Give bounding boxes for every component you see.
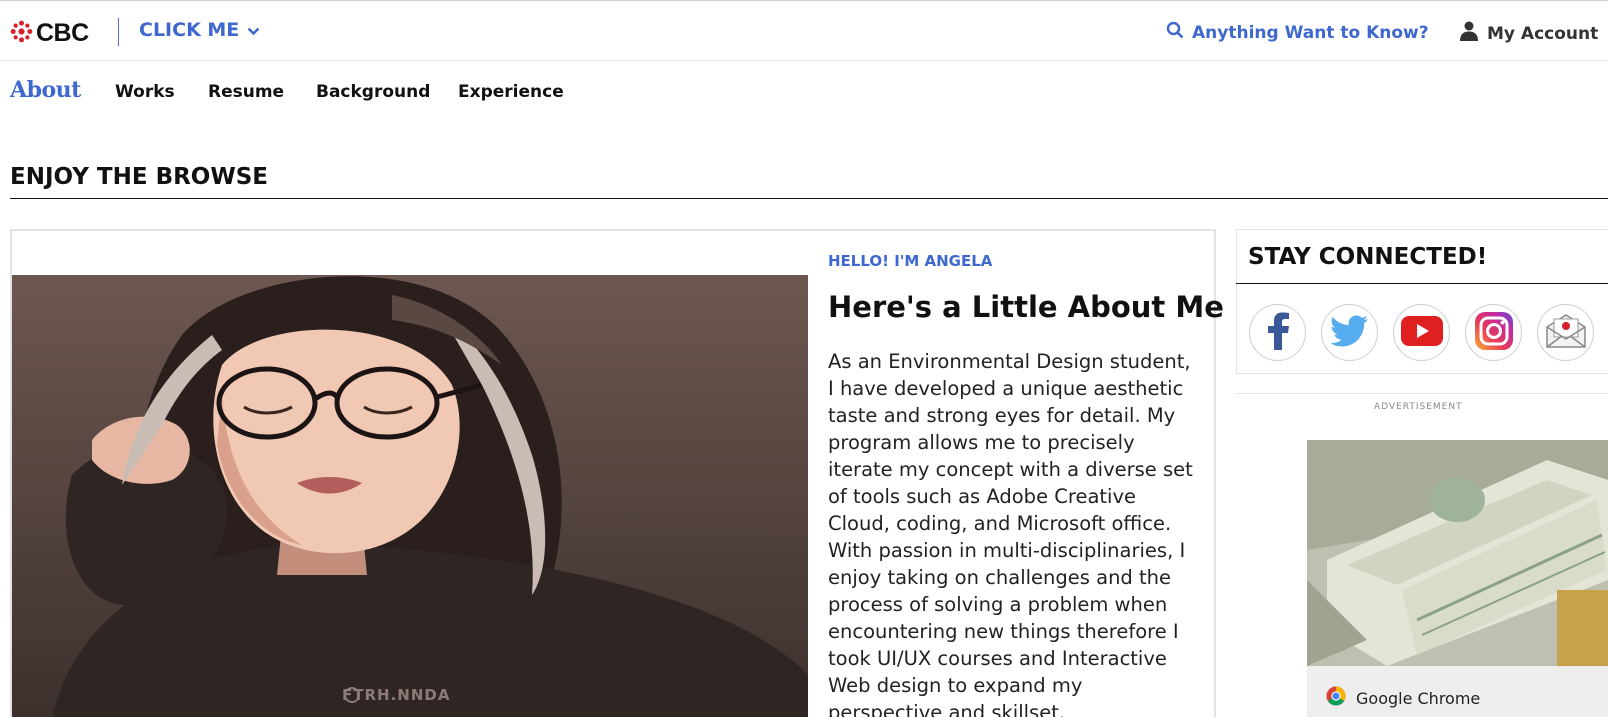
logo-text: CBC xyxy=(36,19,89,47)
my-account-button[interactable]: My Account xyxy=(1460,21,1598,46)
stay-connected-divider xyxy=(1236,283,1608,284)
twitter-button[interactable] xyxy=(1321,304,1378,361)
about-body-text: As an Environmental Design student, I ha… xyxy=(828,350,1193,717)
search-button[interactable]: Anything Want to Know? xyxy=(1166,21,1429,44)
nav-item-about[interactable]: About xyxy=(10,77,81,103)
stay-connected-title: STAY CONNECTED! xyxy=(1248,244,1488,270)
chevron-down-icon xyxy=(247,19,260,41)
user-icon xyxy=(1460,21,1478,46)
chrome-label: Google Chrome xyxy=(1356,688,1481,708)
youtube-icon xyxy=(1400,315,1443,350)
chrome-icon xyxy=(1326,686,1346,710)
ad-image[interactable] xyxy=(1307,440,1608,666)
section-divider xyxy=(10,198,1608,199)
mail-button[interactable] xyxy=(1537,304,1594,361)
profile-illustration: FTRH.NNDA xyxy=(12,275,808,717)
ad-divider xyxy=(1236,393,1608,394)
click-me-label: CLICK ME xyxy=(139,19,240,41)
cbc-gem-icon xyxy=(10,20,33,47)
search-icon xyxy=(1166,21,1184,44)
header-divider xyxy=(118,18,119,46)
mail-icon xyxy=(1545,313,1587,353)
cbc-logo[interactable]: CBC xyxy=(10,19,89,48)
main-nav: About Works Resume Background Experience xyxy=(0,76,1608,108)
account-label: My Account xyxy=(1487,23,1599,44)
search-label: Anything Want to Know? xyxy=(1192,22,1429,43)
about-headline: Here's a Little About Me xyxy=(828,290,1224,324)
instagram-icon xyxy=(1474,311,1514,355)
nav-item-experience[interactable]: Experience xyxy=(458,82,564,102)
nav-item-background[interactable]: Background xyxy=(316,82,430,102)
intro-eyebrow: HELLO! I'M ANGELA xyxy=(828,252,993,270)
youtube-button[interactable] xyxy=(1393,304,1450,361)
facebook-button[interactable] xyxy=(1249,304,1306,361)
facebook-icon xyxy=(1263,312,1293,354)
top-bar: CBC CLICK ME Anything Want to Know? My A… xyxy=(0,0,1608,61)
ad-chrome-label[interactable]: Google Chrome xyxy=(1326,686,1480,710)
section-title: ENJOY THE BROWSE xyxy=(10,164,269,190)
ad-label: ADVERTISEMENT xyxy=(1374,402,1463,412)
twitter-icon xyxy=(1329,315,1369,351)
nav-item-resume[interactable]: Resume xyxy=(208,82,284,102)
nav-item-works[interactable]: Works xyxy=(115,82,175,102)
instagram-button[interactable] xyxy=(1465,304,1522,361)
click-me-dropdown[interactable]: CLICK ME xyxy=(139,19,260,41)
